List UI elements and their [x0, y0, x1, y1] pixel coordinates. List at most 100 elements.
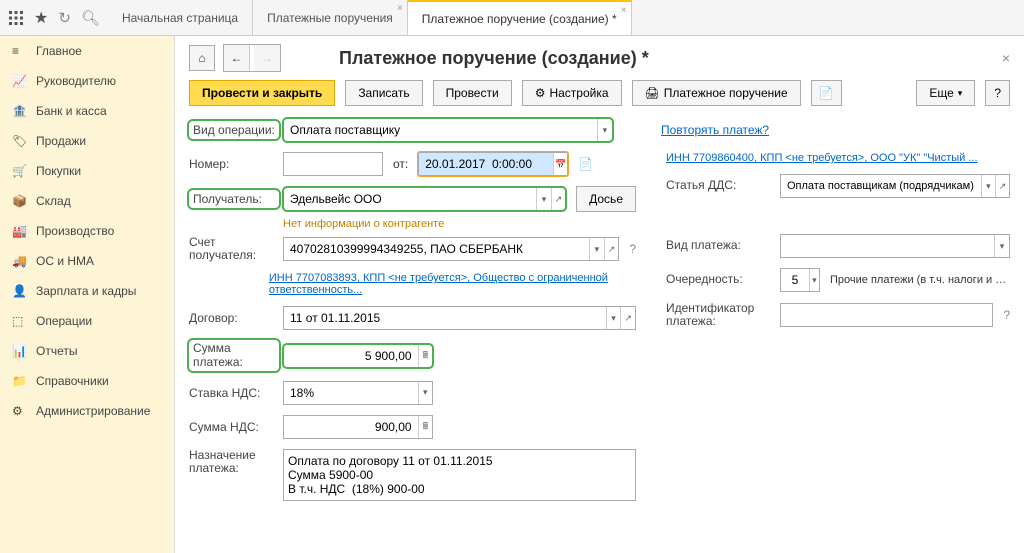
bank-icon: 🏦: [12, 104, 26, 118]
op-type-input[interactable]: [284, 119, 597, 141]
contract-field[interactable]: ▾ ↗: [283, 306, 636, 330]
history-icon[interactable]: ↻: [58, 9, 71, 27]
account-field[interactable]: ▾ ↗: [283, 237, 619, 261]
op-type-field[interactable]: ▾: [283, 118, 613, 142]
number-label: Номер:: [189, 157, 279, 171]
chevron-down-icon[interactable]: ▾: [589, 238, 604, 260]
sidebar-item-catalogs[interactable]: 📁Справочники: [0, 366, 174, 396]
sidebar-item-assets[interactable]: 🚚ОС и НМА: [0, 246, 174, 276]
paytype-field[interactable]: ▾: [780, 234, 1010, 258]
repeat-link[interactable]: Повторять платеж?: [661, 123, 769, 137]
id-field[interactable]: [780, 303, 993, 327]
gear-icon: ⚙: [535, 86, 546, 100]
help-icon[interactable]: ?: [1003, 308, 1010, 322]
save-button[interactable]: Записать: [345, 80, 422, 106]
calendar-icon[interactable]: 📅: [553, 153, 567, 175]
chevron-down-icon[interactable]: ▾: [981, 175, 995, 197]
sidebar-item-operations[interactable]: ⬚Операции: [0, 306, 174, 336]
tag-icon: 🏷: [12, 134, 26, 148]
open-icon[interactable]: ↗: [604, 238, 619, 260]
sum-field[interactable]: 🖩: [283, 344, 433, 368]
chevron-down-icon[interactable]: ▾: [597, 119, 612, 141]
sidebar: ≡Главное 📈Руководителю 🏦Банк и касса 🏷Пр…: [0, 36, 175, 553]
sidebar-item-reports[interactable]: 📊Отчеты: [0, 336, 174, 366]
contract-input[interactable]: [284, 307, 606, 329]
number-input[interactable]: [284, 153, 382, 175]
chevron-down-icon[interactable]: ▾: [536, 188, 550, 210]
apps-icon[interactable]: [8, 10, 24, 26]
tab-list[interactable]: Платежные поручения×: [253, 0, 408, 35]
vat-rate-field[interactable]: ▾: [283, 381, 433, 405]
post-button[interactable]: Провести: [433, 80, 512, 106]
priority-label: Очередность:: [666, 273, 776, 286]
help-button[interactable]: ?: [985, 80, 1010, 106]
open-icon[interactable]: ↗: [620, 307, 635, 329]
recipient-field[interactable]: ▾ ↗: [283, 187, 566, 211]
truck-icon: 🚚: [12, 254, 26, 268]
top-bar: ★ ↻ 🔍︎ Начальная страница Платежные пору…: [0, 0, 1024, 36]
sum-label: Сумма платежа:: [189, 340, 279, 370]
number-field[interactable]: [283, 152, 383, 176]
calc-icon[interactable]: 🖩: [418, 416, 432, 438]
recipient-warning: Нет информации о контрагенте: [283, 218, 636, 230]
vat-sum-field[interactable]: 🖩: [283, 415, 433, 439]
sidebar-item-main[interactable]: ≡Главное: [0, 36, 174, 66]
sum-input[interactable]: [284, 345, 418, 367]
tab-home[interactable]: Начальная страница: [108, 0, 253, 35]
open-icon[interactable]: ↗: [551, 188, 565, 210]
sidebar-item-production[interactable]: 🏭Производство: [0, 216, 174, 246]
sidebar-item-manager[interactable]: 📈Руководителю: [0, 66, 174, 96]
close-icon[interactable]: ×: [621, 5, 627, 16]
contract-label: Договор:: [189, 311, 279, 325]
date-field[interactable]: 📅: [418, 152, 568, 176]
chevron-down-icon[interactable]: ▾: [606, 307, 621, 329]
more-button[interactable]: Еще▾: [916, 80, 975, 106]
chevron-down-icon[interactable]: ▾: [418, 382, 432, 404]
calc-icon[interactable]: 🖩: [418, 345, 432, 367]
attach-button[interactable]: 📄: [811, 80, 842, 106]
dds-input[interactable]: [781, 176, 981, 196]
sidebar-item-admin[interactable]: ⚙Администрирование: [0, 396, 174, 426]
recipient-input[interactable]: [284, 188, 536, 210]
purpose-input[interactable]: Оплата по договору 11 от 01.11.2015 Сумм…: [284, 450, 635, 500]
purpose-field[interactable]: Оплата по договору 11 от 01.11.2015 Сумм…: [283, 449, 636, 501]
account-input[interactable]: [284, 238, 589, 260]
open-icon[interactable]: ↗: [995, 175, 1009, 197]
tab-document[interactable]: Платежное поручение (создание) *×: [408, 0, 632, 35]
date-input[interactable]: [419, 153, 553, 175]
sidebar-item-sales[interactable]: 🏷Продажи: [0, 126, 174, 156]
priority-text: Прочие платежи (в т.ч. налоги и вз...: [830, 274, 1010, 286]
vat-rate-input[interactable]: [284, 382, 418, 404]
sidebar-item-warehouse[interactable]: 📦Склад: [0, 186, 174, 216]
vat-sum-input[interactable]: [284, 416, 418, 438]
priority-field[interactable]: ▾: [780, 268, 820, 292]
chevron-down-icon[interactable]: ▾: [809, 269, 819, 291]
paytype-input[interactable]: [781, 235, 994, 257]
dds-field[interactable]: ▾ ↗: [780, 174, 1010, 198]
back-button[interactable]: ←: [224, 45, 250, 71]
print-button[interactable]: 🖨Платежное поручение: [632, 80, 801, 106]
gear-icon: ⚙: [12, 404, 26, 418]
sidebar-item-purchases[interactable]: 🛒Покупки: [0, 156, 174, 186]
dossier-button[interactable]: Досье: [576, 186, 636, 212]
home-button[interactable]: ⌂: [189, 45, 215, 71]
sidebar-item-hr[interactable]: 👤Зарплата и кадры: [0, 276, 174, 306]
sidebar-item-bank[interactable]: 🏦Банк и касса: [0, 96, 174, 126]
content: ⌂ ← → Платежное поручение (создание) * ×…: [175, 36, 1024, 553]
star-icon[interactable]: ★: [34, 8, 48, 28]
chevron-down-icon[interactable]: ▾: [994, 235, 1009, 257]
help-icon[interactable]: ?: [629, 242, 636, 256]
close-document[interactable]: ×: [1002, 50, 1010, 66]
settings-button[interactable]: ⚙Настройка: [522, 80, 622, 106]
priority-input[interactable]: [781, 269, 809, 291]
close-icon[interactable]: ×: [397, 3, 403, 14]
payer-link[interactable]: ИНН 7707083893, КПП <не требуется>, Обще…: [269, 272, 636, 296]
doc-icon[interactable]: 📄: [578, 157, 593, 171]
search-icon[interactable]: 🔍︎: [81, 9, 100, 27]
inn-link[interactable]: ИНН 7709860400, КПП <не требуется>, ООО …: [666, 152, 978, 164]
id-input[interactable]: [781, 304, 992, 326]
person-icon: 👤: [12, 284, 26, 298]
box-icon: 📦: [12, 194, 26, 208]
submit-button[interactable]: Провести и закрыть: [189, 80, 335, 106]
menu-icon: ≡: [12, 44, 26, 58]
